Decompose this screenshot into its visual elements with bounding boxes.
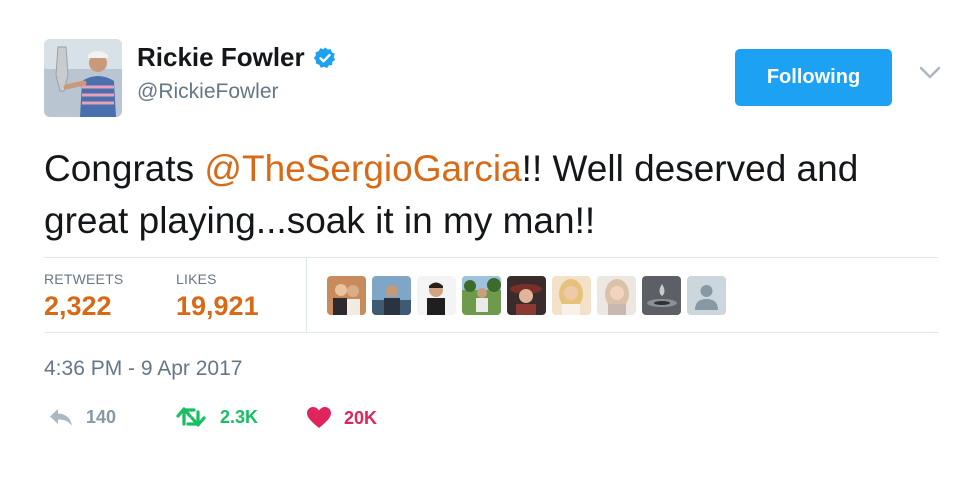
user-handle[interactable]: @RickieFowler <box>137 80 279 104</box>
tweet-timestamp[interactable]: 4:36 PM - 9 Apr 2017 <box>44 357 242 381</box>
liker-avatar-man-portrait[interactable] <box>417 276 456 315</box>
retweets-count[interactable]: 2,322 <box>44 291 112 322</box>
stats-vertical-divider <box>306 258 307 332</box>
liker-avatar-water-drop[interactable] <box>642 276 681 315</box>
retweets-label[interactable]: RETWEETS <box>44 271 123 287</box>
retweet-action[interactable]: 2.3K <box>176 406 258 428</box>
liker-avatar-blonde-woman[interactable] <box>552 276 591 315</box>
user-display-name[interactable]: Rickie Fowler <box>137 42 337 73</box>
liker-avatar-couple[interactable] <box>327 276 366 315</box>
like-count: 20K <box>344 407 378 428</box>
like-action[interactable]: 20K <box>306 406 377 430</box>
liker-avatar-woman-hat[interactable] <box>507 276 546 315</box>
tweet-text: Congrats @TheSergioGarcia!! Well deserve… <box>44 143 934 247</box>
reply-count: 140 <box>86 406 117 427</box>
tweet-text-start: Congrats <box>44 148 205 189</box>
user-name-text: Rickie Fowler <box>137 42 305 72</box>
verified-badge-icon <box>313 47 335 68</box>
heart-icon <box>307 407 331 428</box>
liker-avatar-woman-selfie[interactable] <box>597 276 636 315</box>
reply-action[interactable]: 140 <box>48 406 116 428</box>
following-button[interactable]: Following <box>735 49 892 106</box>
liker-avatar-default[interactable] <box>687 276 726 315</box>
stats-bottom-divider <box>44 332 938 333</box>
chevron-down-icon[interactable] <box>919 66 941 80</box>
retweet-count: 2.3K <box>220 406 259 427</box>
profile-avatar[interactable] <box>44 39 122 117</box>
reply-icon <box>50 409 72 426</box>
likes-label[interactable]: LIKES <box>176 271 217 287</box>
likes-count[interactable]: 19,921 <box>176 291 259 322</box>
liker-avatar-golf-course[interactable] <box>462 276 501 315</box>
stats-top-divider <box>44 257 938 258</box>
liker-avatars <box>327 276 726 315</box>
mention-link[interactable]: @TheSergioGarcia <box>204 148 521 189</box>
liker-avatar-man-waterfront[interactable] <box>372 276 411 315</box>
profile-photo-icon <box>44 39 122 117</box>
retweet-icon <box>176 407 206 427</box>
